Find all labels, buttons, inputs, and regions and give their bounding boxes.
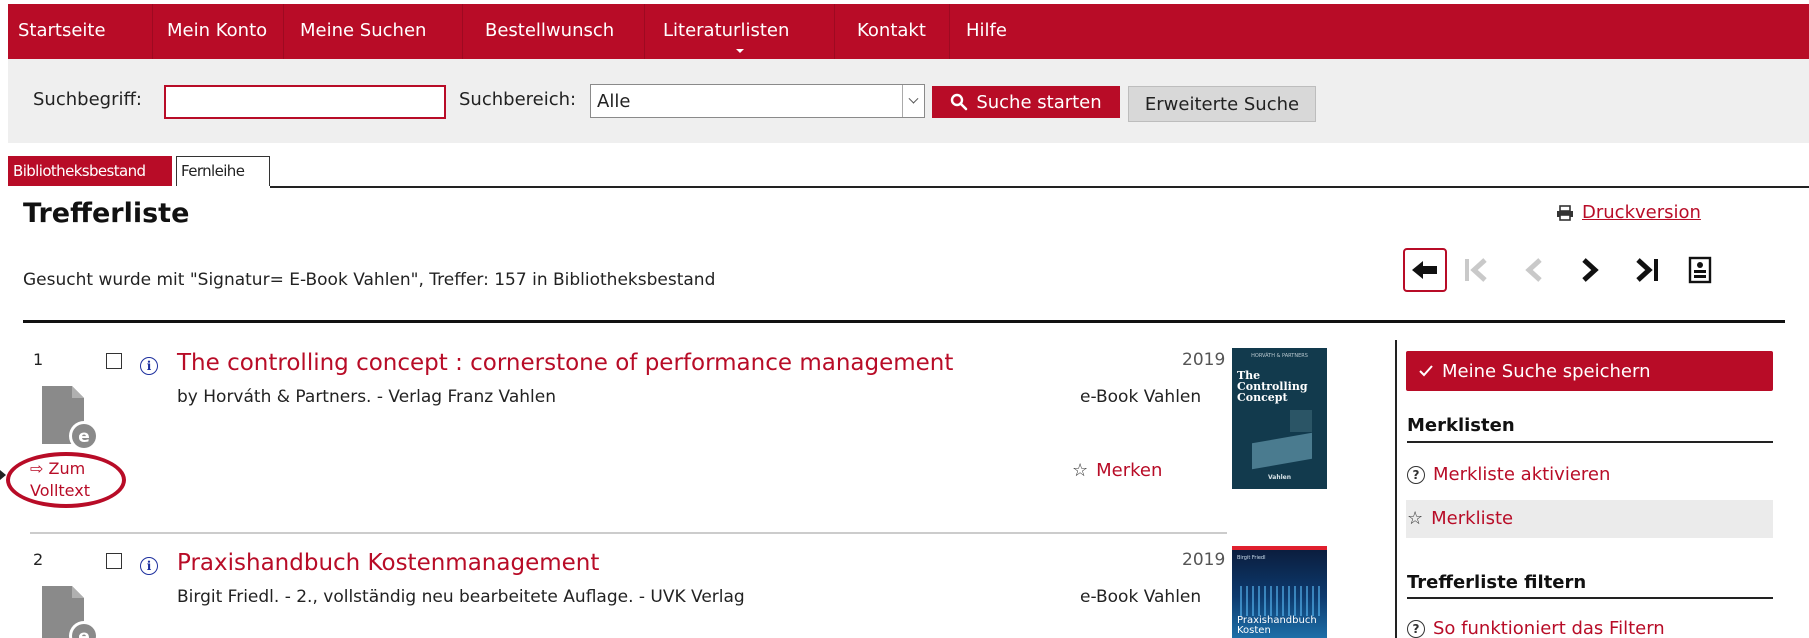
help-icon: ? — [1407, 465, 1425, 484]
next-page-button[interactable] — [1575, 248, 1605, 292]
result-checkbox[interactable] — [106, 553, 122, 569]
book-cover-image[interactable]: Birgit Friedl Praxishandbuch Kosten — [1232, 546, 1327, 638]
merken-label: Merken — [1096, 460, 1163, 481]
first-page-icon — [1465, 258, 1487, 282]
search-term-label: Suchbegriff: — [33, 89, 142, 110]
tab-divider — [270, 186, 1809, 188]
cover-title-line2: Concept — [1237, 391, 1288, 404]
tab-bibliotheksbestand[interactable]: Bibliotheksbestand — [8, 156, 172, 186]
nav-literaturlisten[interactable]: Literaturlisten — [645, 4, 835, 59]
merklisten-divider — [1407, 441, 1773, 443]
print-version-label: Druckversion — [1582, 202, 1701, 223]
result-row-divider — [30, 532, 1227, 534]
last-page-icon — [1636, 258, 1658, 282]
nav-meine-suchen[interactable]: Meine Suchen — [284, 4, 463, 59]
first-page-button[interactable] — [1459, 248, 1495, 292]
star-icon: ☆ — [1407, 508, 1424, 529]
cover-title-text: The Controlling Concept — [1237, 370, 1327, 403]
cover-graphic — [1252, 432, 1312, 470]
fulltext-label-line1: ⇨ Zum — [30, 459, 86, 478]
filter-help-label: So funktioniert das Filtern — [1433, 618, 1665, 638]
ebook-icon: e — [42, 386, 98, 451]
svg-text:e: e — [78, 627, 90, 638]
star-icon: ☆ — [1072, 460, 1089, 481]
detail-view-button[interactable] — [1683, 248, 1717, 292]
result-title-link[interactable]: The controlling concept : cornerstone of… — [177, 350, 953, 376]
document-icon — [1688, 256, 1712, 284]
previous-page-button[interactable] — [1519, 248, 1549, 292]
print-version-link[interactable]: Druckversion — [1556, 202, 1701, 223]
cover-graphic — [1240, 586, 1320, 616]
filter-help-link[interactable]: ? So funktioniert das Filtern — [1407, 618, 1665, 638]
page-title: Trefferliste — [23, 198, 190, 229]
search-submit-label: Suche starten — [976, 91, 1102, 113]
nav-hilfe[interactable]: Hilfe — [950, 4, 1050, 59]
search-icon — [951, 93, 968, 111]
query-summary: Gesucht wurde mit "Signatur= E-Book Vahl… — [23, 270, 716, 290]
result-number: 1 — [33, 350, 44, 369]
nav-kontakt[interactable]: Kontakt — [835, 4, 950, 59]
merklisten-heading: Merklisten — [1407, 415, 1515, 436]
chevron-left-icon — [1525, 258, 1542, 282]
result-number: 2 — [33, 550, 44, 569]
nav-literaturlisten-label: Literaturlisten — [663, 20, 790, 41]
save-search-label: Meine Suche speichern — [1442, 360, 1651, 382]
save-search-button[interactable]: Meine Suche speichern — [1406, 351, 1773, 391]
result-author-publisher: by Horváth & Partners. - Verlag Franz Va… — [177, 387, 556, 407]
result-checkbox[interactable] — [106, 353, 122, 369]
chevron-right-icon — [1582, 258, 1599, 282]
filter-heading: Trefferliste filtern — [1407, 572, 1587, 593]
search-area-label: Suchbereich: — [459, 89, 577, 110]
fulltext-link[interactable]: ⇨ Zum Volltext — [30, 458, 90, 502]
cover-author-text: Birgit Friedl — [1237, 555, 1266, 561]
search-input[interactable] — [164, 85, 446, 119]
cover-title-text: Praxishandbuch Kosten — [1237, 616, 1317, 636]
result-collection: e-Book Vahlen — [1080, 587, 1202, 607]
last-page-button[interactable] — [1629, 248, 1665, 292]
nav-startseite[interactable]: Startseite — [8, 4, 153, 59]
cover-red-bar — [1232, 546, 1327, 550]
ebook-icon: e — [42, 586, 98, 638]
merkliste-label: Merkliste — [1431, 508, 1514, 529]
result-year: 2019 — [1182, 350, 1226, 370]
result-title-link[interactable]: Praxishandbuch Kostenmanagement — [177, 550, 599, 576]
cover-title-line2: Kosten — [1237, 625, 1271, 636]
book-cover-image[interactable]: HORVÁTH & PARTNERS The Controlling Conce… — [1232, 348, 1327, 489]
cover-publisher-text: Vahlen — [1267, 474, 1292, 481]
nav-bestellwunsch[interactable]: Bestellwunsch — [463, 4, 645, 59]
check-tag-icon — [1419, 365, 1433, 377]
printer-icon — [1557, 204, 1573, 221]
back-button[interactable] — [1403, 248, 1447, 292]
result-author-publisher: Birgit Friedl. - 2., vollständig neu bea… — [177, 587, 745, 607]
main-nav: Startseite Mein Konto Meine Suchen Beste… — [8, 4, 1809, 59]
merkliste-link[interactable]: ☆ Merkliste — [1407, 508, 1513, 529]
cover-graphic — [1290, 410, 1312, 432]
merken-link[interactable]: ☆ Merken — [1072, 460, 1162, 481]
activate-merkliste-label: Merkliste aktivieren — [1433, 464, 1611, 485]
svg-text:e: e — [78, 427, 90, 447]
activate-merkliste-link[interactable]: ? Merkliste aktivieren — [1407, 464, 1610, 485]
fulltext-label-line2: Volltext — [30, 481, 90, 500]
advanced-search-button[interactable]: Erweiterte Suche — [1128, 86, 1316, 122]
nav-mein-konto[interactable]: Mein Konto — [153, 4, 284, 59]
chevron-down-icon[interactable] — [902, 85, 924, 117]
help-icon: ? — [1407, 619, 1425, 638]
tab-fernleihe[interactable]: Fernleihe — [176, 156, 270, 186]
sidebar-divider — [1395, 340, 1397, 638]
cover-title-line1: The Controlling — [1237, 369, 1308, 393]
search-area-value: Alle — [597, 91, 631, 112]
arrow-left-icon — [1412, 261, 1437, 279]
cover-top-text: HORVÁTH & PARTNERS — [1251, 353, 1308, 359]
results-divider — [23, 320, 1785, 323]
search-submit-button[interactable]: Suche starten — [932, 86, 1120, 118]
submenu-caret-icon — [735, 49, 744, 53]
search-area-select[interactable]: Alle — [590, 84, 925, 118]
result-year: 2019 — [1182, 550, 1226, 570]
info-icon[interactable]: i — [140, 357, 158, 375]
info-icon[interactable]: i — [140, 557, 158, 575]
result-collection: e-Book Vahlen — [1080, 387, 1202, 407]
filter-divider — [1407, 597, 1773, 599]
